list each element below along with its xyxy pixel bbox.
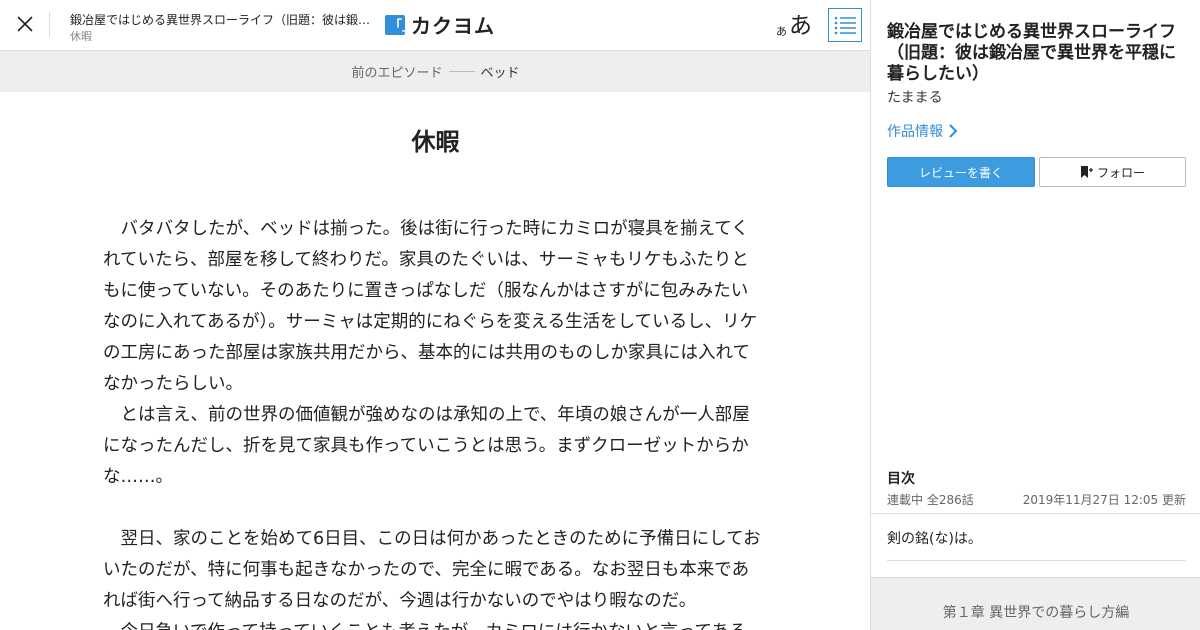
follow-label: フォロー: [1096, 165, 1145, 180]
work-title[interactable]: 鍛冶屋ではじめる異世界スローライフ（旧題：彼は鍛冶屋で異世界を平穏に暮らしたい）: [887, 22, 1192, 85]
paragraph: とは言え、前の世界の価値観が強めなのは承知の上で、年頃の娘さんが一人部屋になった…: [103, 405, 750, 487]
serial-status: 連載中 全286話: [887, 493, 974, 507]
dash-divider: [448, 71, 475, 72]
header-episode-title: 休暇: [70, 30, 92, 43]
logo-text: カクヨム: [411, 14, 495, 38]
font-size-button[interactable]: あ あ: [776, 10, 812, 40]
episode-body: バタバタしたが、ベッドは揃った。後は街に行った時にカミロが寝具を揃えてくれていた…: [103, 214, 763, 630]
episode-title: 休暇: [411, 127, 460, 156]
bookmark-plus-icon: [1080, 166, 1093, 178]
logo-mark-icon: 「」: [385, 14, 415, 35]
close-icon: [17, 16, 33, 32]
paragraph: 翌日、家のことを始めて6日目、この日は何かあったときのために予備日にしておいたの…: [103, 529, 761, 611]
top-bar: 鍛冶屋ではじめる異世界スローライフ（旧題：彼は鍛冶屋で異世界を平穏に暮らしたい）…: [0, 0, 871, 51]
toc-episode-link[interactable]: 剣の銘(な)は。: [887, 528, 982, 548]
divider: [887, 560, 1186, 561]
toc-heading: 目次: [887, 471, 915, 487]
list-icon: [834, 16, 856, 35]
close-button[interactable]: [13, 12, 37, 36]
font-big-glyph: あ: [789, 13, 812, 39]
kakuyomu-logo[interactable]: 「」 カクヨム: [385, 12, 495, 38]
chapter-title: 第１章 異世界での暮らし方編: [942, 605, 1130, 621]
paragraph: 今日急いで作って持っていくことも考えたが、カミロには行かないと言ってある: [103, 617, 763, 630]
sidebar: 鍛冶屋ではじめる異世界スローライフ（旧題：彼は鍛冶屋で異世界を平穏に暮らしたい）…: [870, 0, 1200, 630]
chevron-right-icon: [949, 124, 958, 138]
reader-pane: 鍛冶屋ではじめる異世界スローライフ（旧題：彼は鍛冶屋で異世界を平穏に暮らしたい）…: [0, 0, 871, 630]
previous-episode-label: 前のエピソード: [351, 66, 443, 81]
font-small-glyph: あ: [776, 25, 787, 38]
divider: [49, 12, 50, 37]
author-name[interactable]: たままる: [887, 87, 943, 107]
previous-episode-link[interactable]: 前のエピソード ベッド: [0, 51, 871, 92]
last-updated: 2019年11月27日 12:05 更新: [1022, 493, 1186, 507]
chapter-header[interactable]: 第１章 異世界での暮らし方編: [871, 577, 1200, 630]
follow-button[interactable]: フォロー: [1039, 157, 1186, 187]
work-info-link[interactable]: 作品情報: [887, 121, 958, 141]
divider: [871, 513, 1200, 514]
previous-episode-title: ベッド: [480, 66, 520, 81]
write-review-button[interactable]: レビューを書く: [887, 157, 1035, 187]
paragraph: [103, 493, 763, 524]
header-work-title[interactable]: 鍛冶屋ではじめる異世界スローライフ（旧題：彼は鍛冶屋で異世界を平穏に暮らしたい）: [70, 11, 375, 28]
toc-meta: 連載中 全286話 2019年11月27日 12:05 更新: [887, 491, 1186, 508]
toc-toggle-button[interactable]: [828, 8, 862, 42]
work-info-label: 作品情報: [887, 124, 943, 140]
paragraph: バタバタしたが、ベッドは揃った。後は街に行った時にカミロが寝具を揃えてくれていた…: [103, 219, 758, 394]
